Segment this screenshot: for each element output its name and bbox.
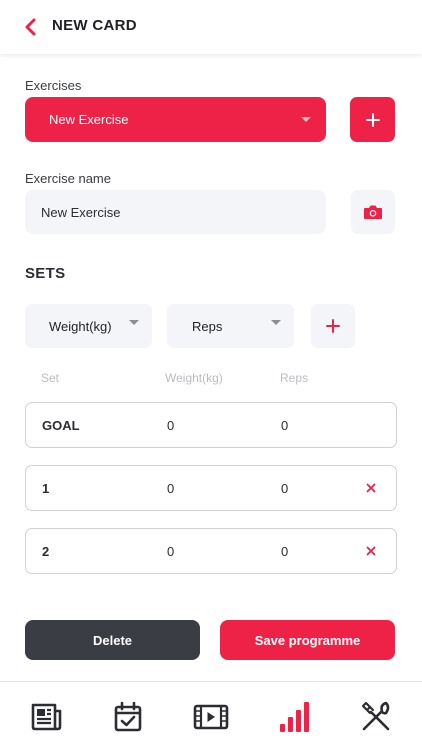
set-weight[interactable]: 0 (167, 418, 174, 433)
calendar-check-icon (114, 701, 142, 732)
set-row-goal[interactable]: GOAL 0 0 (25, 402, 397, 448)
nav-videos[interactable] (193, 699, 229, 735)
set-weight[interactable]: 0 (167, 481, 174, 496)
close-icon (366, 546, 376, 556)
nav-progress[interactable] (276, 699, 312, 735)
weight-filter-select[interactable]: Weight(kg) (25, 304, 152, 348)
set-reps[interactable]: 0 (281, 481, 288, 496)
set-row[interactable]: 2 0 0 (25, 528, 397, 574)
nav-news[interactable] (28, 699, 64, 735)
caret-down-icon (129, 320, 139, 325)
delete-button[interactable]: Delete (25, 620, 200, 660)
fork-knife-icon (361, 701, 390, 731)
back-button[interactable] (18, 15, 42, 39)
app-header: NEW CARD (0, 0, 422, 54)
remove-set-button[interactable] (363, 541, 379, 561)
reps-filter-select[interactable]: Reps (167, 304, 294, 348)
column-header-weight: Weight(kg) (165, 371, 223, 385)
newspaper-icon (31, 703, 62, 731)
column-header-reps: Reps (280, 371, 309, 385)
save-programme-button[interactable]: Save programme (220, 620, 395, 660)
set-label: 2 (42, 544, 50, 559)
nav-nutrition[interactable] (358, 699, 394, 735)
camera-button[interactable] (351, 190, 395, 234)
plus-icon (326, 319, 340, 333)
set-reps[interactable]: 0 (281, 544, 288, 559)
set-row[interactable]: 1 0 0 (25, 465, 397, 511)
set-label: 1 (42, 481, 50, 496)
nav-calendar[interactable] (110, 699, 146, 735)
exercise-select[interactable]: New Exercise (25, 97, 326, 142)
remove-set-button[interactable] (363, 478, 379, 498)
add-set-button[interactable] (311, 304, 355, 348)
page-title: NEW CARD (52, 17, 137, 34)
column-header-set: Set (41, 371, 60, 385)
close-icon (366, 483, 376, 493)
set-reps[interactable]: 0 (281, 418, 288, 433)
sets-title: SETS (25, 265, 66, 282)
add-exercise-button[interactable] (350, 97, 395, 142)
exercises-label: Exercises (25, 78, 82, 93)
set-weight[interactable]: 0 (167, 544, 174, 559)
weight-filter-value: Weight(kg) (49, 318, 112, 334)
video-icon (193, 704, 229, 730)
reps-filter-value: Reps (192, 318, 223, 334)
plus-icon (365, 112, 380, 127)
camera-icon (364, 205, 382, 219)
exercise-select-value: New Exercise (49, 112, 129, 127)
chevron-left-icon (25, 18, 36, 36)
caret-down-icon (301, 117, 311, 122)
set-label: GOAL (42, 418, 80, 433)
exercise-name-label: Exercise name (25, 171, 111, 186)
caret-down-icon (271, 320, 281, 325)
exercise-name-input[interactable] (25, 190, 326, 234)
bottom-navigation (0, 681, 422, 750)
bar-chart-icon (280, 702, 309, 732)
